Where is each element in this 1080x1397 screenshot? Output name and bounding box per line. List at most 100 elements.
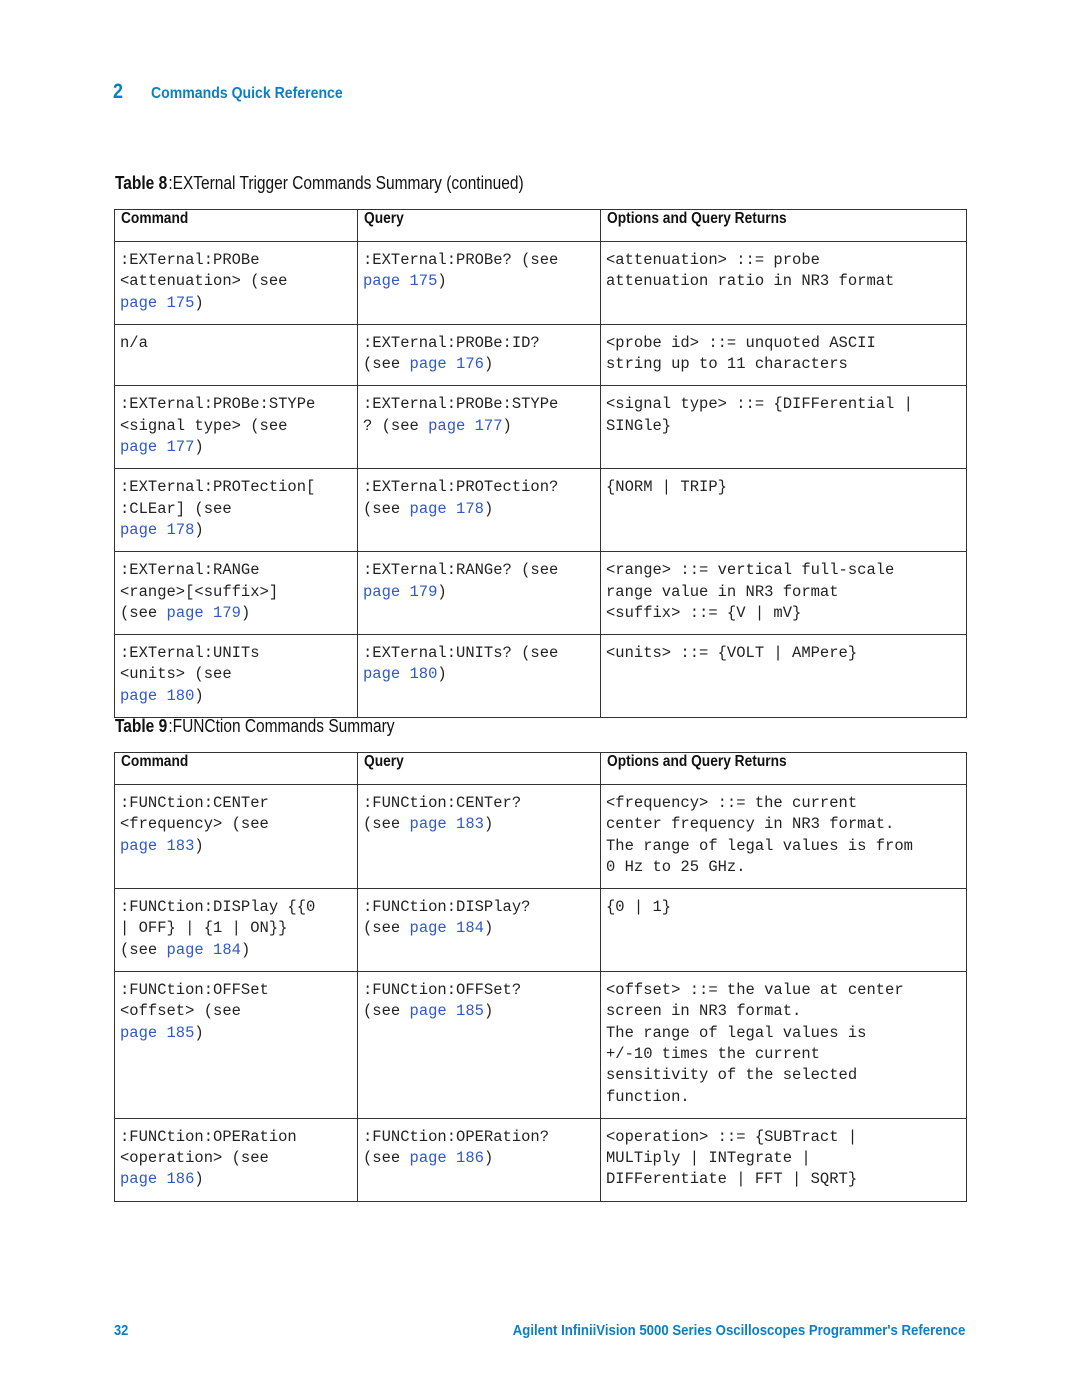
table9-caption: Table 9 :FUNCtion Commands Summary [115, 716, 395, 737]
table9-label: Table 9 [115, 716, 168, 736]
options-text: string up to 11 characters [606, 355, 848, 374]
page-link[interactable]: page 179 [363, 583, 437, 601]
command-text: :FUNCtion:OFFSet [120, 981, 269, 1000]
paren-text: ) [483, 919, 494, 938]
options-text: range value in NR3 format [606, 582, 839, 601]
query-text: :EXTernal:RANGe? (see [363, 561, 559, 580]
options-text: center frequency in NR3 format. [606, 815, 895, 834]
query-cell: :EXTernal:PROBe? (see page 175) [357, 241, 601, 325]
query-cell: :FUNCtion:OFFSet? (see page 185) [357, 971, 601, 1119]
query-page-ref: (see page 178) [363, 499, 594, 520]
query-text: :FUNCtion:DISPlay? [363, 898, 531, 917]
command-cell: n/a [114, 323, 358, 387]
footer-book-title: Agilent InfiniiVision 5000 Series Oscill… [512, 1322, 965, 1339]
command-page-ref: page 180) [120, 686, 351, 707]
paren-text: ) [194, 1170, 204, 1189]
options-text: +/-10 times the current [606, 1044, 820, 1063]
column-header-query: Query [357, 752, 601, 785]
query-cell: :EXTernal:PROBe:STYPe ? (see page 177) [357, 385, 601, 470]
options-cell: <operation> ::= {SUBTract | MULTiply | IN… [600, 1117, 967, 1202]
command-text: <attenuation> (see [120, 272, 288, 291]
command-text: :EXTernal:PROBe:STYPe [120, 395, 316, 414]
command-text: n/a [120, 333, 148, 352]
command-text: <units> (see [120, 665, 232, 684]
command-text: :FUNCtion:DISPlay {{0 [120, 898, 316, 917]
query-page-ref: (see page 176) [363, 354, 594, 375]
query-text: :EXTernal:PROTection? [363, 478, 559, 497]
query-text: :FUNCtion:OPERation? [363, 1127, 550, 1146]
options-text: SINGle} [606, 416, 672, 435]
query-page-ref: (see page 184) [363, 918, 594, 939]
table-row: :EXTernal:PROTection[:CLEar] (see page 17… [114, 468, 967, 553]
page-link[interactable]: page 183 [120, 837, 194, 855]
query-cell: :FUNCtion:CENTer? (see page 183) [357, 783, 601, 890]
see-text: (see [363, 919, 410, 938]
page-link[interactable]: page 185 [120, 1024, 194, 1042]
page-link[interactable]: page 179 [167, 604, 241, 622]
command-text: <frequency> (see [120, 815, 269, 834]
options-text: <suffix> ::= {V | mV} [606, 603, 802, 622]
page-link[interactable]: page 180 [363, 665, 437, 683]
paren-text: ) [502, 416, 512, 435]
page-link[interactable]: page 177 [428, 417, 502, 435]
table-row: :EXTernal:UNITs <units> (see page 180):EXT… [114, 634, 967, 719]
query-page-ref: (see page 186) [363, 1148, 594, 1169]
options-text: The range of legal values is [606, 1023, 867, 1042]
paren-text: ) [483, 499, 494, 518]
table8-label: Table 8 [115, 173, 168, 193]
options-cell: <probe id> ::= unquoted ASCII string up t… [600, 323, 967, 387]
page-link[interactable]: page 178 [120, 521, 194, 539]
options-text: <range> ::= vertical full-scale [606, 561, 895, 580]
paren-text: ) [240, 603, 251, 622]
query-page-ref: page 175) [363, 271, 594, 292]
page-link[interactable]: page 186 [120, 1170, 194, 1188]
command-page-ref: page 175) [120, 293, 351, 314]
page-link[interactable]: page 180 [120, 687, 194, 705]
table9-title: :FUNCtion Commands Summary [168, 716, 395, 736]
page-link[interactable]: page 175 [363, 272, 437, 290]
query-page-ref: (see page 185) [363, 1001, 594, 1022]
options-cell: <frequency> ::= the current center freque… [600, 783, 967, 890]
query-text: :EXTernal:UNITs? (see [363, 644, 559, 663]
query-cell: :FUNCtion:DISPlay? (see page 184) [357, 888, 601, 973]
see-text: (see [363, 355, 410, 374]
paren-text: ) [483, 355, 494, 374]
see-text: (see [363, 1149, 410, 1168]
query-page-ref: ? (see page 177) [363, 416, 594, 437]
query-page-ref: page 179) [363, 582, 594, 603]
options-cell: {0 | 1} [600, 888, 967, 973]
table-row: :EXTernal:RANGe <range>[<suffix>] (see pag… [114, 551, 967, 636]
command-text: <operation> (see [120, 1149, 269, 1168]
query-cell: :EXTernal:UNITs? (see page 180) [357, 634, 601, 719]
paren-text: ) [194, 686, 204, 705]
paren-text: ) [194, 1023, 204, 1042]
command-cell: :EXTernal:PROBe:STYPe <signal type> (see p… [114, 385, 358, 470]
command-text: :FUNCtion:OPERation [120, 1127, 297, 1146]
command-cell: :EXTernal:UNITs <units> (see page 180) [114, 634, 358, 719]
options-text: {0 | 1} [606, 898, 672, 917]
page-link[interactable]: page 175 [120, 294, 194, 312]
command-text: :EXTernal:RANGe [120, 561, 260, 580]
page-link[interactable]: page 186 [410, 1149, 484, 1167]
query-cell: :EXTernal:PROTection? (see page 178) [357, 468, 601, 553]
page-link[interactable]: page 176 [410, 355, 484, 373]
paren-text: ) [483, 1149, 494, 1168]
page-link[interactable]: page 177 [120, 438, 194, 456]
see-text: (see [120, 940, 167, 959]
command-cell: :FUNCtion:OFFSet <offset> (see page 185) [114, 971, 358, 1119]
page-link[interactable]: page 184 [167, 941, 241, 959]
page-link[interactable]: page 183 [410, 815, 484, 833]
options-text: <signal type> ::= {DIFFerential | [606, 395, 913, 414]
options-cell: <attenuation> ::= probe attenuation ratio… [600, 241, 967, 325]
options-text: {NORM | TRIP} [606, 478, 727, 497]
command-text: | OFF} | {1 | ON}} [120, 919, 288, 938]
page-link[interactable]: page 184 [410, 919, 484, 937]
options-text: attenuation ratio in NR3 format [606, 272, 895, 291]
page-link[interactable]: page 185 [410, 1002, 484, 1020]
query-cell: :EXTernal:PROBe:ID? (see page 176) [357, 323, 601, 387]
command-cell: :EXTernal:PROBe <attenuation> (see page 17… [114, 241, 358, 325]
page-link[interactable]: page 178 [410, 500, 484, 518]
query-text: :FUNCtion:OFFSet? [363, 981, 522, 1000]
command-page-ref: page 185) [120, 1023, 351, 1044]
command-cell: :EXTernal:PROTection[:CLEar] (see page 17… [114, 468, 358, 553]
